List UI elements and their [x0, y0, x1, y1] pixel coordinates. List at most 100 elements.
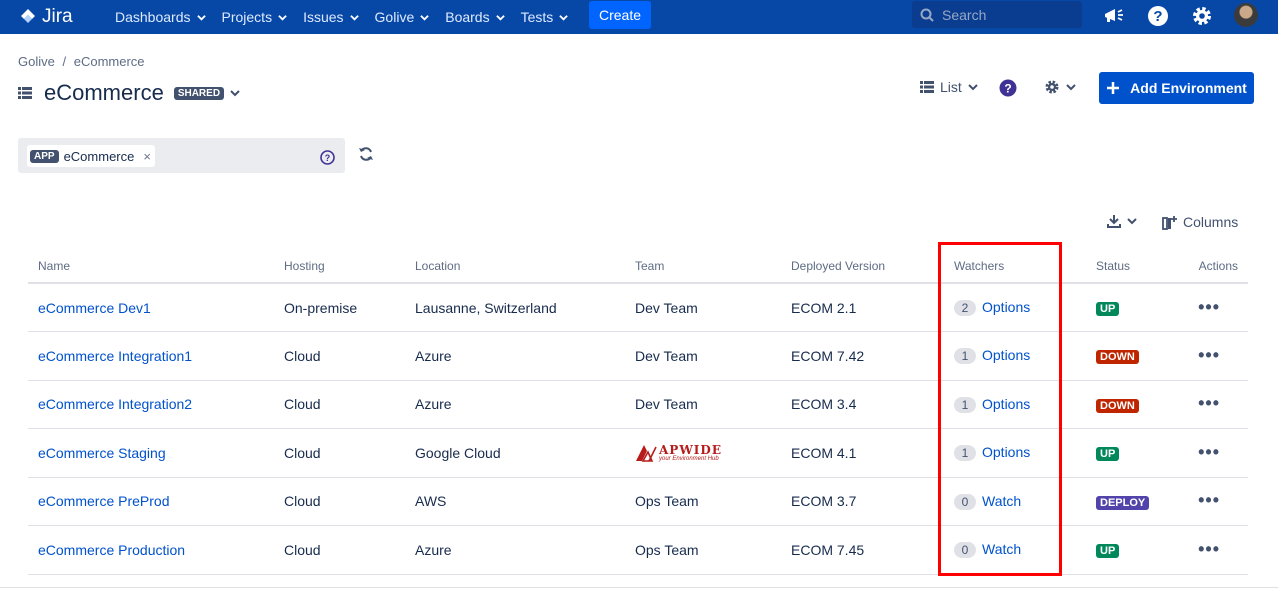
chevron-down-icon: [420, 14, 429, 21]
header-actions: Actions: [1187, 250, 1248, 284]
nav-label: Dashboards: [115, 9, 191, 25]
nav-label: Golive: [374, 9, 415, 25]
cell-version: ECOM 3.7: [781, 477, 944, 526]
page-title: eCommerce: [44, 80, 164, 105]
breadcrumb-ecommerce[interactable]: eCommerce: [74, 54, 145, 69]
nav-dashboards[interactable]: Dashboards: [107, 0, 214, 34]
cell-status: DOWN: [1086, 380, 1187, 429]
add-environment-button[interactable]: Add Environment: [1099, 72, 1254, 104]
cell-name: eCommerce Production: [28, 525, 274, 575]
export-dropdown[interactable]: [1107, 214, 1137, 228]
more-actions-icon[interactable]: •••: [1198, 297, 1220, 317]
columns-button[interactable]: Columns: [1162, 214, 1238, 230]
filter-bar[interactable]: APP eCommerce × ?: [18, 138, 345, 173]
status-lozenge: DOWN: [1096, 398, 1139, 413]
page-header: eCommerce SHARED: [18, 80, 240, 106]
help-icon[interactable]: ?: [1146, 4, 1170, 28]
columns-label: Columns: [1183, 214, 1239, 230]
cell-status: UP: [1086, 428, 1187, 478]
breadcrumb-golive[interactable]: Golive: [18, 54, 55, 69]
cell-hosting: Cloud: [274, 380, 405, 429]
more-actions-icon[interactable]: •••: [1198, 539, 1220, 559]
more-actions-icon[interactable]: •••: [1198, 345, 1220, 365]
settings-gear-icon[interactable]: [1190, 4, 1214, 28]
nav-label: Boards: [445, 9, 490, 25]
cell-actions: •••: [1187, 331, 1248, 381]
table-header-row: Name Hosting Location Team Deployed Vers…: [28, 250, 1248, 284]
apwide-logo: APWIDE your Environment Hub: [635, 444, 771, 462]
cell-location: Azure: [405, 525, 625, 575]
cell-actions: •••: [1187, 428, 1248, 478]
chevron-down-icon[interactable]: [230, 88, 240, 98]
environment-link[interactable]: eCommerce Integration2: [38, 396, 192, 412]
apwide-logo-text: APWIDE: [659, 442, 722, 457]
cell-hosting: On-premise: [274, 283, 405, 332]
filter-chip-app[interactable]: APP eCommerce ×: [27, 145, 155, 167]
remove-chip-icon[interactable]: ×: [143, 149, 151, 164]
header-team[interactable]: Team: [625, 250, 781, 284]
page-help-icon[interactable]: ?: [999, 79, 1017, 100]
settings-dropdown[interactable]: [1044, 79, 1076, 95]
nav-issues[interactable]: Issues: [295, 0, 366, 34]
view-mode-dropdown[interactable]: List: [920, 79, 978, 95]
filter-help-icon[interactable]: ?: [320, 150, 335, 168]
more-actions-icon[interactable]: •••: [1198, 490, 1220, 510]
environment-link[interactable]: eCommerce Integration1: [38, 348, 192, 364]
more-actions-icon[interactable]: •••: [1198, 442, 1220, 462]
chevron-down-icon: [559, 14, 569, 21]
cell-status: DEPLOY: [1086, 477, 1187, 526]
user-avatar[interactable]: [1234, 3, 1258, 27]
environment-link[interactable]: eCommerce Production: [38, 542, 185, 558]
nav-boards[interactable]: Boards: [437, 0, 512, 34]
header-hosting[interactable]: Hosting: [274, 250, 405, 284]
header-deployed-version[interactable]: Deployed Version: [781, 250, 944, 284]
search-input[interactable]: [942, 6, 1072, 23]
plus-icon: [1107, 82, 1120, 94]
cell-name: eCommerce PreProd: [28, 477, 274, 526]
nav-label: Issues: [303, 9, 344, 25]
cell-name: eCommerce Staging: [28, 428, 274, 478]
nav-label: Projects: [221, 9, 273, 25]
chevron-down-icon: [1066, 84, 1076, 91]
svg-text:?: ?: [1153, 8, 1162, 25]
header-status[interactable]: Status: [1086, 250, 1187, 284]
cell-team: APWIDE your Environment Hub: [625, 428, 781, 478]
nav-projects[interactable]: Projects: [214, 0, 296, 34]
cell-hosting: Cloud: [274, 477, 405, 526]
status-lozenge: UP: [1096, 302, 1120, 316]
cell-actions: •••: [1187, 525, 1248, 575]
cell-location: Lausanne, Switzerland: [405, 283, 625, 332]
header-name[interactable]: Name: [28, 250, 274, 284]
logo-text: Jira: [42, 6, 73, 27]
jira-logo[interactable]: Jira: [18, 4, 73, 30]
create-button[interactable]: Create: [589, 1, 651, 29]
cell-status: DOWN: [1086, 331, 1187, 381]
notifications-icon[interactable]: [1102, 4, 1126, 28]
environment-link[interactable]: eCommerce Staging: [38, 445, 166, 461]
cell-location: AWS: [405, 477, 625, 526]
chevron-down-icon: [349, 14, 359, 21]
header-location[interactable]: Location: [405, 250, 625, 284]
search-box[interactable]: [912, 1, 1082, 28]
list-view-icon: [920, 81, 934, 93]
apwide-logo-icon: [636, 444, 657, 462]
table-row: eCommerce Integration1 Cloud Azure Dev T…: [28, 331, 1248, 381]
chevron-down-icon: [495, 14, 505, 21]
environment-link[interactable]: eCommerce PreProd: [38, 493, 170, 509]
cell-name: eCommerce Integration1: [28, 331, 274, 381]
cell-location: Azure: [405, 331, 625, 381]
environment-link[interactable]: eCommerce Dev1: [38, 300, 151, 316]
cell-team: Dev Team: [625, 380, 781, 429]
cell-actions: •••: [1187, 283, 1248, 332]
nav-golive[interactable]: Golive: [367, 0, 438, 34]
nav-tests[interactable]: Tests: [513, 0, 577, 34]
cell-hosting: Cloud: [274, 331, 405, 381]
chevron-down-icon: [968, 84, 978, 91]
cell-hosting: Cloud: [274, 428, 405, 478]
cell-version: ECOM 3.4: [781, 380, 944, 429]
download-icon: [1107, 215, 1121, 228]
svg-text:?: ?: [1004, 82, 1011, 96]
cell-team: Dev Team: [625, 283, 781, 332]
refresh-icon[interactable]: [358, 146, 374, 165]
more-actions-icon[interactable]: •••: [1198, 393, 1220, 413]
